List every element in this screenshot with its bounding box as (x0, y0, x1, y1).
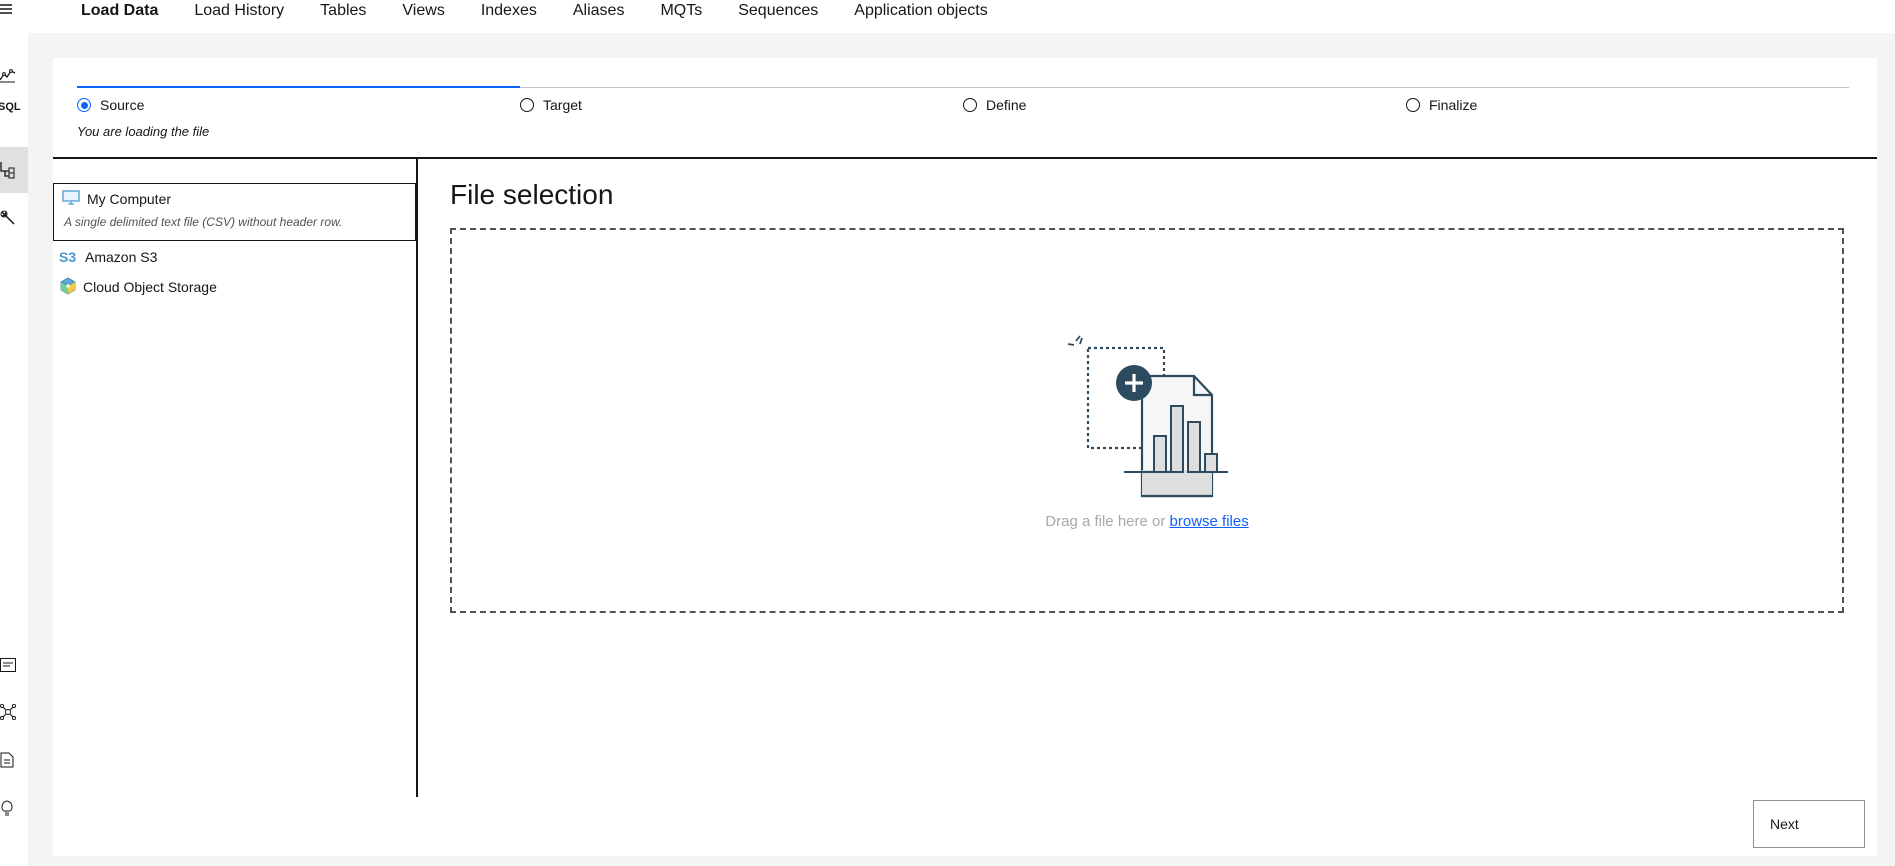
step-label-source: Source (100, 97, 145, 113)
list-icon[interactable] (0, 642, 28, 688)
source-description: A single delimited text file (CSV) witho… (64, 215, 343, 229)
document-icon[interactable] (0, 737, 28, 783)
step-finalize[interactable]: Finalize (1406, 97, 1477, 113)
tab-list: Load Data Load History Tables Views Indexes A… (63, 0, 1006, 33)
file-selection-title: File selection (450, 179, 614, 210)
step-label-finalize: Finalize (1429, 97, 1478, 113)
network-icon[interactable] (0, 689, 28, 735)
left-rail: SQL (0, 0, 28, 866)
tab-sequences[interactable]: Sequences (720, 0, 836, 33)
tab-load-data[interactable]: Load Data (63, 0, 176, 33)
step-source[interactable]: Source (77, 97, 144, 113)
lightbulb-icon[interactable] (0, 785, 28, 831)
source-list: My Computer A single delimited text file… (53, 183, 416, 303)
cube-icon (59, 277, 77, 298)
step-description: You are loading the file (77, 124, 210, 139)
source-label: My Computer (87, 191, 172, 207)
tab-indexes[interactable]: Indexes (463, 0, 555, 33)
file-upload-chart-icon (1064, 332, 1234, 507)
divider (53, 157, 1877, 159)
hamburger-icon[interactable] (0, 0, 28, 18)
tab-views[interactable]: Views (384, 0, 462, 33)
load-data-card: Source Target Define Finalize You are lo… (53, 58, 1877, 856)
progress-fill (77, 86, 520, 88)
chart-icon[interactable] (0, 52, 28, 98)
file-dropzone[interactable]: Drag a file here or browse files (450, 228, 1844, 613)
browse-files-link[interactable]: browse files (1170, 513, 1249, 530)
step-label-target: Target (543, 97, 582, 113)
sql-icon[interactable]: SQL (0, 100, 28, 114)
drop-text: Drag a file here or (1045, 513, 1166, 530)
radio-source[interactable] (77, 98, 91, 112)
source-cloud-object-storage[interactable]: Cloud Object Storage (53, 271, 416, 303)
sql-label: SQL (0, 101, 21, 113)
tab-application-objects[interactable]: Application objects (836, 0, 1005, 33)
monitor-icon (62, 190, 80, 208)
tab-tables[interactable]: Tables (302, 0, 384, 33)
source-label: Cloud Object Storage (83, 279, 217, 295)
step-target[interactable]: Target (520, 97, 582, 113)
s3-icon: S3 (59, 249, 77, 265)
wrench-icon[interactable] (0, 195, 28, 241)
drop-instructions: Drag a file here or browse files (452, 513, 1842, 530)
radio-finalize[interactable] (1406, 98, 1420, 112)
radio-target[interactable] (520, 98, 534, 112)
step-define[interactable]: Define (963, 97, 1026, 113)
step-label-define: Define (986, 97, 1027, 113)
data-tree-icon[interactable] (0, 147, 28, 193)
tab-mqts[interactable]: MQTs (642, 0, 720, 33)
divider (416, 158, 418, 797)
source-amazon-s3[interactable]: S3 Amazon S3 (53, 241, 416, 273)
tab-aliases[interactable]: Aliases (555, 0, 643, 33)
source-my-computer[interactable]: My Computer A single delimited text file… (53, 183, 416, 241)
next-button[interactable]: Next (1753, 800, 1865, 848)
top-tab-bar: Load Data Load History Tables Views Indexes A… (28, 0, 1895, 33)
tab-load-history[interactable]: Load History (176, 0, 302, 33)
source-label: Amazon S3 (85, 249, 158, 265)
radio-define[interactable] (963, 98, 977, 112)
